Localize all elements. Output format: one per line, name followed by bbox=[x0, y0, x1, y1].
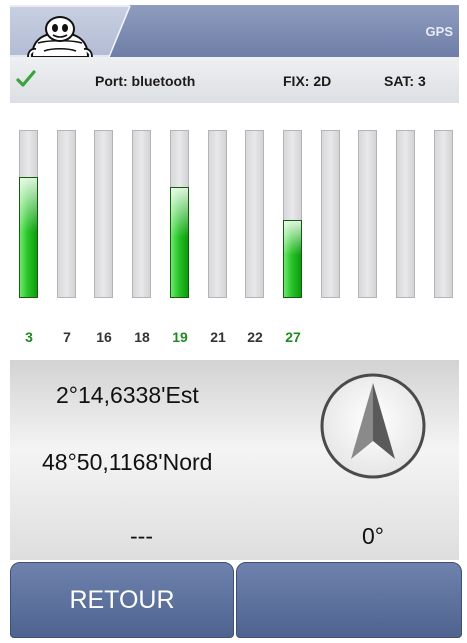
check-icon bbox=[16, 70, 36, 87]
satellite-id-label: 18 bbox=[134, 329, 150, 345]
compass-arrow-icon bbox=[320, 373, 426, 479]
satellite-signal-panel: 3 7 16 18 19 21 22 27 bbox=[10, 103, 459, 360]
satellite-signal-bar bbox=[94, 130, 113, 298]
fix-status: FIX: 2D bbox=[283, 73, 332, 89]
satellite-id-label: 21 bbox=[210, 329, 226, 345]
satellite-signal-bar bbox=[19, 130, 38, 298]
position-panel: 2°14,6338'Est 48°50,1168'Nord --- 0° bbox=[10, 360, 459, 560]
satellite-id-label: 16 bbox=[96, 329, 112, 345]
satellite-signal-bar bbox=[321, 130, 340, 298]
sat-count: SAT: 3 bbox=[384, 73, 426, 89]
satellite-id-label: 19 bbox=[172, 329, 188, 345]
satellite-id-label: 3 bbox=[25, 329, 33, 345]
satellite-signal-bar bbox=[283, 130, 302, 298]
satellite-signal-bar bbox=[132, 130, 151, 298]
latitude-value: 48°50,1168'Nord bbox=[42, 449, 213, 475]
altitude-value: --- bbox=[130, 523, 153, 549]
michelin-man-logo-icon bbox=[27, 16, 93, 57]
satellite-signal-bar bbox=[245, 130, 264, 298]
satellite-id-label: 27 bbox=[285, 329, 301, 345]
status-bar: Port: bluetooth FIX: 2D SAT: 3 bbox=[10, 57, 459, 103]
back-button[interactable]: RETOUR bbox=[10, 562, 234, 638]
header-bar: GPS bbox=[10, 5, 459, 57]
satellite-signal-fill bbox=[19, 177, 38, 298]
satellite-signal-bar bbox=[358, 130, 377, 298]
satellite-signal-bar bbox=[208, 130, 227, 298]
satellite-signal-bar bbox=[57, 130, 76, 298]
secondary-button[interactable] bbox=[236, 562, 462, 638]
heading-value: 0° bbox=[362, 523, 384, 549]
satellite-signal-bar bbox=[396, 130, 415, 298]
longitude-value: 2°14,6338'Est bbox=[56, 382, 199, 408]
screen-title: GPS bbox=[425, 24, 453, 39]
port-status: Port: bluetooth bbox=[95, 73, 196, 89]
satellite-signal-fill bbox=[283, 220, 302, 298]
satellite-signal-bar bbox=[434, 130, 453, 298]
satellite-id-label: 22 bbox=[247, 329, 263, 345]
satellite-signal-bar bbox=[170, 130, 189, 298]
satellite-id-label: 7 bbox=[63, 329, 71, 345]
satellite-signal-fill bbox=[170, 187, 189, 298]
